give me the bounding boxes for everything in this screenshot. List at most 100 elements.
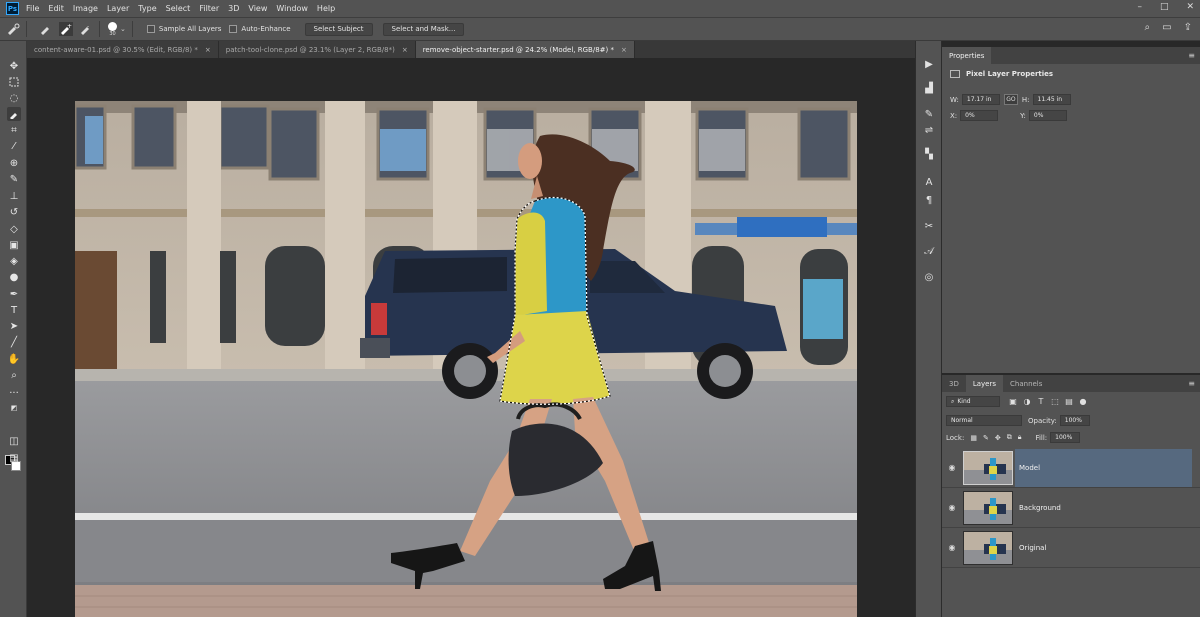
tools-preset-panel-icon[interactable]: ✂	[922, 219, 936, 233]
default-colors-icon[interactable]: ◩	[7, 401, 21, 415]
close-button[interactable]: ✕	[1186, 2, 1194, 12]
link-dimensions-icon[interactable]: GO	[1003, 94, 1018, 105]
menu-help[interactable]: Help	[317, 4, 335, 13]
panel-menu-icon[interactable]: ≡	[1188, 379, 1195, 388]
menu-layer[interactable]: Layer	[107, 4, 129, 13]
marquee-tool-icon[interactable]	[7, 75, 21, 89]
tab-layers[interactable]: Layers	[965, 375, 1004, 392]
layer-name[interactable]: Original	[1015, 529, 1192, 567]
move-tool-icon[interactable]: ✥	[7, 59, 21, 73]
more-tools-icon[interactable]: ···	[7, 386, 21, 400]
tab-content-aware[interactable]: content-aware-01.psd @ 30.5% (Edit, RGB/…	[27, 41, 219, 58]
history-brush-tool-icon[interactable]: ↺	[7, 205, 21, 219]
pen-tool-icon[interactable]: ✒	[7, 287, 21, 301]
histogram-panel-icon[interactable]: ▟	[922, 81, 936, 95]
blur-tool-icon[interactable]: ◈	[7, 254, 21, 268]
eraser-tool-icon[interactable]: ◇	[7, 222, 21, 236]
3d-panel-icon[interactable]: ◎	[922, 270, 936, 284]
search-icon[interactable]: ⌕	[1145, 22, 1151, 33]
layer-row-model[interactable]: ◉ Model	[942, 448, 1200, 488]
gradient-tool-icon[interactable]: ▣	[7, 238, 21, 252]
lasso-tool-icon[interactable]: ◌	[7, 91, 21, 105]
maximize-button[interactable]: □	[1160, 2, 1169, 12]
add-to-selection-icon[interactable]: +	[59, 22, 73, 36]
new-selection-icon[interactable]	[39, 22, 53, 36]
menu-edit[interactable]: Edit	[48, 4, 64, 13]
panel-menu-icon[interactable]: ≡	[1188, 51, 1195, 60]
tab-properties[interactable]: Properties	[942, 47, 992, 64]
shape-filter-icon[interactable]: ⬚	[1050, 397, 1060, 407]
x-field[interactable]: 0%	[960, 110, 999, 121]
glyphs-panel-icon[interactable]: 𝒜	[922, 244, 936, 258]
clone-stamp-tool-icon[interactable]: ⊥	[7, 189, 21, 203]
filter-kind-select[interactable]: ⌕ Kind	[946, 396, 1000, 407]
canvas-area[interactable]	[27, 58, 915, 617]
lock-artboard-icon[interactable]: ⧉	[1007, 433, 1012, 442]
fill-field[interactable]: 100%	[1050, 432, 1081, 443]
history-panel-icon[interactable]: ▶	[922, 57, 936, 71]
quick-selection-tool-icon[interactable]	[7, 107, 21, 121]
opacity-field[interactable]: 100%	[1059, 415, 1090, 426]
close-icon[interactable]: ×	[205, 46, 211, 54]
tab-channels[interactable]: Channels	[1003, 375, 1050, 392]
healing-brush-tool-icon[interactable]: ⊕	[7, 156, 21, 170]
select-and-mask-button[interactable]: Select and Mask...	[382, 22, 465, 36]
libraries-panel-icon[interactable]: ▚	[922, 147, 936, 161]
paragraph-panel-icon[interactable]: ¶	[922, 193, 936, 207]
type-tool-icon[interactable]: T	[7, 303, 21, 317]
line-tool-icon[interactable]: ╱	[7, 335, 21, 349]
layer-row-original[interactable]: ◉ Original	[942, 528, 1200, 568]
minimize-button[interactable]: –	[1137, 2, 1142, 12]
blend-mode-select[interactable]: Normal	[946, 415, 1022, 426]
width-field[interactable]: 17.17 in	[961, 94, 1000, 105]
workspace-icon[interactable]: ▭	[1162, 22, 1171, 33]
smart-object-filter-icon[interactable]: ▤	[1064, 397, 1074, 407]
character-panel-icon[interactable]: A	[922, 175, 936, 189]
screen-mode-icon[interactable]: ▤	[7, 451, 21, 465]
brush-panel-icon[interactable]: ✎	[922, 107, 936, 121]
height-field[interactable]: 11.45 in	[1032, 94, 1071, 105]
crop-tool-icon[interactable]: ⌗	[7, 123, 21, 137]
path-selection-tool-icon[interactable]: ➤	[7, 319, 21, 333]
filter-toggle-icon[interactable]: ●	[1078, 397, 1088, 407]
type-filter-icon[interactable]: T	[1036, 397, 1046, 407]
dodge-tool-icon[interactable]: ●	[7, 270, 21, 284]
lock-position-icon[interactable]: ✥	[995, 434, 1001, 442]
lock-all-icon[interactable]: 🔒︎	[1018, 433, 1022, 442]
document-canvas-photo[interactable]	[75, 101, 857, 617]
layer-row-background[interactable]: ◉ Background	[942, 488, 1200, 528]
visibility-eye-icon[interactable]: ◉	[942, 503, 962, 512]
share-icon[interactable]: ⇪	[1184, 22, 1192, 33]
quick-mask-icon[interactable]: ◫	[7, 434, 21, 448]
close-icon[interactable]: ×	[402, 46, 408, 54]
menu-type[interactable]: Type	[138, 4, 156, 13]
chevron-down-icon[interactable]: ⌄	[120, 25, 126, 33]
eyedropper-tool-icon[interactable]: ⁄	[7, 139, 21, 153]
tab-remove-object-starter[interactable]: remove-object-starter.psd @ 24.2% (Model…	[415, 41, 635, 58]
menu-select[interactable]: Select	[166, 4, 191, 13]
visibility-eye-icon[interactable]: ◉	[942, 463, 962, 472]
tab-patch-tool-clone[interactable]: patch-tool-clone.psd @ 23.1% (Layer 2, R…	[218, 41, 416, 58]
lock-transparent-icon[interactable]: ▦	[970, 434, 977, 442]
sample-all-layers-checkbox[interactable]: Sample All Layers	[146, 25, 221, 33]
brush-size-picker[interactable]: 30	[108, 21, 117, 37]
menu-file[interactable]: File	[26, 4, 39, 13]
layer-name[interactable]: Background	[1015, 489, 1192, 527]
quick-selection-tool-preset-icon[interactable]	[6, 22, 20, 36]
tab-3d[interactable]: 3D	[942, 375, 966, 392]
pixel-filter-icon[interactable]: ▣	[1008, 397, 1018, 407]
menu-image[interactable]: Image	[73, 4, 98, 13]
subtract-from-selection-icon[interactable]: -	[79, 22, 93, 36]
y-field[interactable]: 0%	[1028, 110, 1067, 121]
auto-enhance-checkbox[interactable]: Auto-Enhance	[229, 25, 291, 33]
layer-name[interactable]: Model	[1015, 449, 1192, 487]
lock-image-icon[interactable]: ✎	[983, 434, 989, 442]
visibility-eye-icon[interactable]: ◉	[942, 543, 962, 552]
menu-view[interactable]: View	[248, 4, 267, 13]
menu-window[interactable]: Window	[276, 4, 308, 13]
hand-tool-icon[interactable]: ✋	[7, 352, 21, 366]
adjustment-filter-icon[interactable]: ◑	[1022, 397, 1032, 407]
menu-3d[interactable]: 3D	[228, 4, 239, 13]
close-icon[interactable]: ×	[621, 46, 627, 54]
brush-tool-icon[interactable]: ✎	[7, 172, 21, 186]
